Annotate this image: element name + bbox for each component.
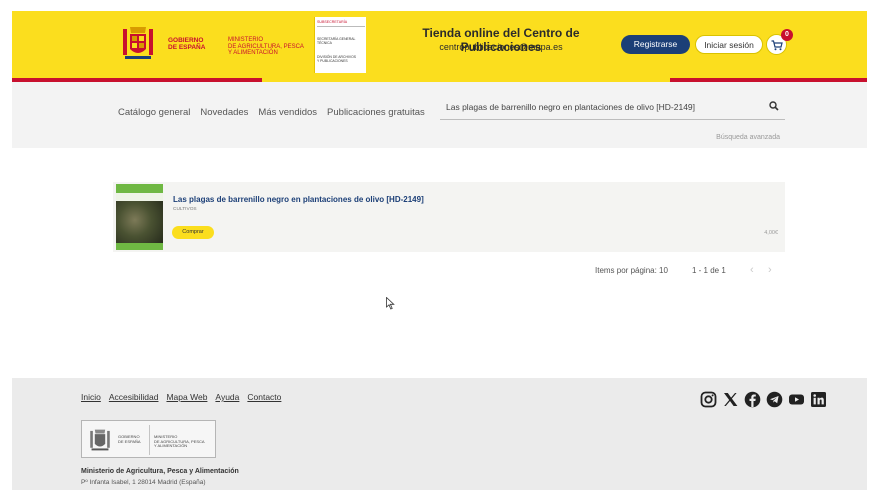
items-per-page-select[interactable]: Items por página: 10 <box>595 266 668 275</box>
divider <box>149 425 150 455</box>
cover-image <box>116 201 163 243</box>
search-input[interactable] <box>446 100 761 114</box>
cart-count-badge: 0 <box>781 29 793 41</box>
site-email[interactable]: centropublicaciones@mapa.es <box>386 42 616 52</box>
footer-address: Pº Infanta Isabel, 1 28014 Madrid (Españ… <box>81 479 206 486</box>
subsec-title: SUBSECRETARÍA <box>317 20 348 24</box>
cover-title-band <box>116 193 163 201</box>
subsec-line1: SECRETARÍA GENERAL TÉCNICA <box>317 37 356 45</box>
footer-org-name: Ministerio de Agricultura, Pesca y Alime… <box>81 468 239 475</box>
footer-ministry-logo[interactable]: GOBIERNO DE ESPAÑA MINISTERIO DE AGRICUL… <box>81 420 216 458</box>
nav-publicaciones-gratuitas[interactable]: Publicaciones gratuitas <box>327 107 425 118</box>
search-box <box>440 94 785 120</box>
register-button[interactable]: Registrarse <box>621 35 690 54</box>
advanced-search-link[interactable]: Búsqueda avanzada <box>660 134 780 141</box>
ministry-name: MINISTERIO DE AGRICULTURA, PESCA Y ALIME… <box>228 37 304 56</box>
mouse-cursor-icon <box>386 297 395 310</box>
coat-of-arms-icon <box>90 429 110 451</box>
next-page-button[interactable]: › <box>768 264 772 276</box>
telegram-icon[interactable] <box>766 391 783 408</box>
result-price: 4,00€ <box>764 230 778 236</box>
x-icon[interactable] <box>722 391 739 408</box>
facebook-icon[interactable] <box>744 391 761 408</box>
cover-footer <box>116 243 163 250</box>
result-category: CULTIVOS <box>173 207 197 212</box>
result-title-link[interactable]: Las plagas de barrenillo negro en planta… <box>173 195 424 204</box>
footer-link-mapa-web[interactable]: Mapa Web <box>166 392 207 402</box>
youtube-icon[interactable] <box>788 391 805 408</box>
subsec-line2: DIVISIÓN DE ARCHIVOS Y PUBLICACIONES <box>317 55 357 63</box>
footer-link-ayuda[interactable]: Ayuda <box>215 392 239 402</box>
government-logo[interactable]: GOBIERNO DE ESPAÑA MINISTERIO DE AGRICUL… <box>118 17 366 73</box>
footer-link-inicio[interactable]: Inicio <box>81 392 101 402</box>
page: GOBIERNO DE ESPAÑA MINISTERIO DE AGRICUL… <box>0 0 879 490</box>
linkedin-icon[interactable] <box>810 391 827 408</box>
subsecretaria-block: SUBSECRETARÍA SECRETARÍA GENERAL TÉCNICA… <box>314 17 366 73</box>
gov-name: GOBIERNO DE ESPAÑA <box>168 37 206 51</box>
instagram-icon[interactable] <box>700 391 717 408</box>
gov-logo-block: GOBIERNO DE ESPAÑA MINISTERIO DE AGRICUL… <box>118 17 314 73</box>
buy-button[interactable]: Comprar <box>172 226 214 239</box>
prev-page-button[interactable]: ‹ <box>750 264 754 276</box>
search-icon[interactable] <box>769 101 779 111</box>
footer-gov-name: GOBIERNO DE ESPAÑA <box>118 434 141 444</box>
main-nav: Catálogo general Novedades Más vendidos … <box>118 107 425 118</box>
nav-novedades[interactable]: Novedades <box>200 107 248 118</box>
footer-ministry-name: MINISTERIO DE AGRICULTURA, PESCA Y ALIME… <box>154 434 205 448</box>
divider <box>317 26 365 27</box>
pagination-range: 1 - 1 de 1 <box>692 266 726 275</box>
book-cover-thumbnail[interactable] <box>116 184 163 250</box>
cover-header <box>116 184 163 193</box>
nav-mas-vendidos[interactable]: Más vendidos <box>258 107 317 118</box>
coat-of-arms-icon <box>123 27 153 59</box>
footer-link-contacto[interactable]: Contacto <box>247 392 281 402</box>
cart-icon <box>771 40 783 51</box>
login-button[interactable]: Iniciar sesión <box>695 35 763 54</box>
nav-catalogo-general[interactable]: Catálogo general <box>118 107 190 118</box>
result-card: Las plagas de barrenillo negro en planta… <box>113 182 785 252</box>
social-links <box>700 391 827 408</box>
footer-links: Inicio Accesibilidad Mapa Web Ayuda Cont… <box>81 392 281 402</box>
footer-link-accesibilidad[interactable]: Accesibilidad <box>109 392 159 402</box>
